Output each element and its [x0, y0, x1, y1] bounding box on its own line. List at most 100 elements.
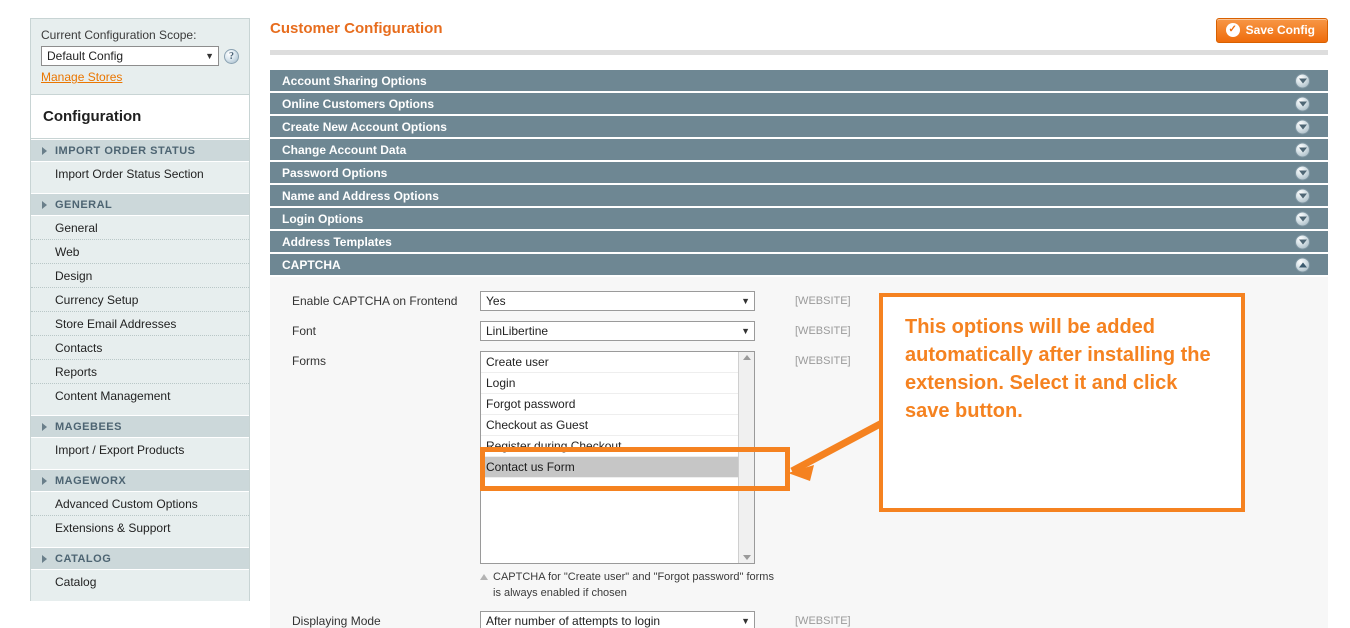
- field-font-label: Font: [292, 324, 317, 338]
- forms-option-contact-us-form[interactable]: Contact us Form: [481, 457, 739, 478]
- note-triangle-icon: [480, 574, 488, 580]
- expand-arrow-down-icon[interactable]: [1295, 234, 1310, 249]
- sidebar-group-header[interactable]: MAGEWORX: [31, 469, 249, 492]
- page-header: Customer Configuration ✓ Save Config: [270, 18, 1328, 48]
- expand-arrow-down-icon[interactable]: [1295, 96, 1310, 111]
- field-enable-captcha-label: Enable CAPTCHA on Frontend: [292, 294, 458, 308]
- sidebar-item-design[interactable]: Design: [31, 264, 249, 288]
- triangle-right-icon: [42, 554, 47, 563]
- forms-note-text: CAPTCHA for "Create user" and "Forgot pa…: [493, 571, 774, 599]
- expand-arrow-down-icon[interactable]: [1295, 188, 1310, 203]
- collapse-arrow-up-icon[interactable]: [1295, 257, 1310, 272]
- check-circle-icon: ✓: [1225, 23, 1240, 37]
- help-icon[interactable]: ?: [224, 48, 239, 64]
- triangle-down-icon: [1298, 193, 1307, 198]
- chevron-down-icon: ▼: [741, 616, 750, 626]
- forms-option-login[interactable]: Login: [481, 373, 739, 394]
- sidebar-item-store-email-addresses[interactable]: Store Email Addresses: [31, 312, 249, 336]
- chevron-down-icon: ▼: [741, 296, 750, 306]
- sidebar-group-items: Import / Export Products: [31, 438, 249, 469]
- config-sidebar: Current Configuration Scope: Default Con…: [30, 18, 250, 601]
- sidebar-group-catalog: CATALOG Catalog: [30, 547, 250, 601]
- section-bar-label: Online Customers Options: [282, 96, 435, 111]
- sidebar-item-import-order-status-section[interactable]: Import Order Status Section: [31, 162, 249, 186]
- section-bar-password-options[interactable]: Password Options: [270, 162, 1328, 183]
- sidebar-item-advanced-custom-options[interactable]: Advanced Custom Options: [31, 492, 249, 516]
- font-select[interactable]: LinLibertine ▼: [480, 321, 755, 341]
- scroll-up-icon[interactable]: [742, 355, 751, 360]
- triangle-down-icon: [1298, 239, 1307, 244]
- section-bar-create-new-account-options[interactable]: Create New Account Options: [270, 116, 1328, 137]
- title-divider: [270, 50, 1328, 55]
- magento-admin-config-page: Current Configuration Scope: Default Con…: [0, 0, 1350, 628]
- sidebar-group-header[interactable]: CATALOG: [31, 547, 249, 570]
- section-bar-online-customers-options[interactable]: Online Customers Options: [270, 93, 1328, 114]
- section-bar-label: Password Options: [282, 165, 388, 180]
- forms-scrollbar[interactable]: [738, 352, 754, 563]
- sidebar-group-label: CATALOG: [55, 552, 112, 565]
- section-bar-label: Login Options: [282, 211, 364, 226]
- sidebar-group-label: MAGEBEES: [55, 420, 122, 433]
- displaying-mode-scope: [WEBSITE]: [795, 615, 851, 627]
- expand-arrow-down-icon[interactable]: [1295, 119, 1310, 134]
- section-bar-label: Account Sharing Options: [282, 73, 427, 88]
- sidebar-group-items: Catalog: [31, 570, 249, 601]
- scope-label: Current Configuration Scope:: [41, 28, 197, 42]
- section-bar-name-and-address-options[interactable]: Name and Address Options: [270, 185, 1328, 206]
- forms-option-forgot-password[interactable]: Forgot password: [481, 394, 739, 415]
- sidebar-item-web[interactable]: Web: [31, 240, 249, 264]
- font-value: LinLibertine: [486, 324, 549, 338]
- scroll-down-icon[interactable]: [742, 555, 751, 560]
- annotation-callout-text: This options will be added automatically…: [905, 316, 1211, 422]
- sidebar-group-general: GENERAL General Web Design Currency Setup Sto…: [30, 193, 250, 415]
- enable-captcha-scope: [WEBSITE]: [795, 295, 851, 307]
- scope-select[interactable]: Default Config ▼: [41, 46, 219, 66]
- forms-option-checkout-as-guest[interactable]: Checkout as Guest: [481, 415, 739, 436]
- forms-options-list: Create user Login Forgot password Checkout …: [481, 352, 739, 478]
- chevron-down-icon: ▼: [741, 326, 750, 336]
- sidebar-item-extensions-support[interactable]: Extensions & Support: [31, 516, 249, 540]
- expand-arrow-down-icon[interactable]: [1295, 211, 1310, 226]
- sidebar-group-header[interactable]: IMPORT ORDER STATUS: [31, 139, 249, 162]
- configuration-heading-box: Configuration: [30, 94, 250, 139]
- section-bar-login-options[interactable]: Login Options: [270, 208, 1328, 229]
- save-config-button-label: Save Config: [1245, 23, 1315, 37]
- expand-arrow-down-icon[interactable]: [1295, 165, 1310, 180]
- sidebar-group-magebees: MAGEBEES Import / Export Products: [30, 415, 250, 469]
- font-scope: [WEBSITE]: [795, 325, 851, 337]
- sidebar-item-catalog[interactable]: Catalog: [31, 570, 249, 594]
- forms-note: CAPTCHA for "Create user" and "Forgot pa…: [480, 569, 780, 601]
- sidebar-group-import-order-status: IMPORT ORDER STATUS Import Order Status S…: [30, 139, 250, 193]
- section-bar-address-templates[interactable]: Address Templates: [270, 231, 1328, 252]
- section-bar-change-account-data[interactable]: Change Account Data: [270, 139, 1328, 160]
- triangle-down-icon: [1298, 147, 1307, 152]
- displaying-mode-select[interactable]: After number of attempts to login ▼: [480, 611, 755, 628]
- sidebar-group-items: Advanced Custom Options Extensions & Supp…: [31, 492, 249, 547]
- sidebar-item-contacts[interactable]: Contacts: [31, 336, 249, 360]
- section-bar-account-sharing-options[interactable]: Account Sharing Options: [270, 70, 1328, 91]
- enable-captcha-select[interactable]: Yes ▼: [480, 291, 755, 311]
- sidebar-item-reports[interactable]: Reports: [31, 360, 249, 384]
- manage-stores-link[interactable]: Manage Stores: [41, 70, 122, 84]
- save-config-button[interactable]: ✓ Save Config: [1215, 18, 1328, 43]
- sidebar-item-currency-setup[interactable]: Currency Setup: [31, 288, 249, 312]
- section-bar-captcha[interactable]: CAPTCHA: [270, 254, 1328, 275]
- config-sections: Account Sharing Options Online Customers …: [270, 70, 1328, 275]
- sidebar-group-label: GENERAL: [55, 198, 113, 211]
- configuration-heading: Configuration: [43, 108, 142, 125]
- sidebar-item-import-export-products[interactable]: Import / Export Products: [31, 438, 249, 462]
- sidebar-group-header[interactable]: GENERAL: [31, 193, 249, 216]
- expand-arrow-down-icon[interactable]: [1295, 73, 1310, 88]
- forms-multiselect[interactable]: Create user Login Forgot password Checkout …: [480, 351, 755, 564]
- sidebar-group-label: MAGEWORX: [55, 474, 127, 487]
- scope-select-value: Default Config: [47, 49, 124, 63]
- forms-option-create-user[interactable]: Create user: [481, 352, 739, 373]
- triangle-down-icon: [1298, 101, 1307, 106]
- field-displaying-mode-label: Displaying Mode: [292, 614, 381, 628]
- forms-option-register-during-checkout[interactable]: Register during Checkout: [481, 436, 739, 457]
- sidebar-item-content-management[interactable]: Content Management: [31, 384, 249, 408]
- section-bar-label: Name and Address Options: [282, 188, 439, 203]
- sidebar-group-header[interactable]: MAGEBEES: [31, 415, 249, 438]
- expand-arrow-down-icon[interactable]: [1295, 142, 1310, 157]
- sidebar-item-general[interactable]: General: [31, 216, 249, 240]
